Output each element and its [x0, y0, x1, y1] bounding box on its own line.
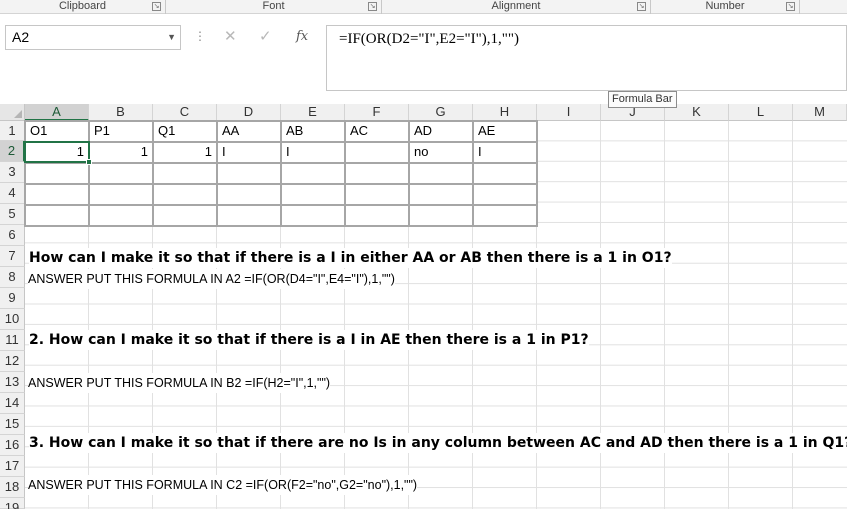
column-header-i[interactable]: I	[537, 104, 601, 121]
cell-d2[interactable]: I	[219, 142, 279, 161]
ribbon-group-label: Clipboard	[58, 0, 107, 12]
cell-g1[interactable]: AD	[411, 122, 471, 140]
enter-icon[interactable]: ✓	[259, 27, 272, 45]
question-1[interactable]: How can I make it so that if there is a …	[29, 248, 672, 268]
column-header-m[interactable]: M	[793, 104, 847, 121]
row-header-5[interactable]: 5	[0, 204, 25, 225]
row-header-6[interactable]: 6	[0, 225, 25, 246]
row-header-1[interactable]: 1	[0, 121, 25, 141]
formula-input[interactable]: =IF(OR(D2="I",E2="I"),1,"")	[326, 25, 847, 91]
dialog-launcher-icon[interactable]: ↘	[637, 2, 646, 11]
row-header-16[interactable]: 16	[0, 435, 25, 456]
row-header-18[interactable]: 18	[0, 477, 25, 498]
question-3[interactable]: 3. How can I make it so that if there ar…	[29, 433, 847, 453]
ribbon-group-font: Font ↘	[166, 0, 381, 14]
ribbon-group-label: Alignment	[491, 0, 541, 12]
row-header-15[interactable]: 15	[0, 414, 25, 435]
insert-function-button[interactable]: fx	[296, 29, 308, 44]
cell-f1[interactable]: AC	[347, 122, 407, 140]
row-header-11[interactable]: 11	[0, 330, 25, 351]
row-header-4[interactable]: 4	[0, 183, 25, 204]
cell-b1[interactable]: P1	[91, 122, 151, 140]
cell-c1[interactable]: Q1	[155, 122, 215, 140]
row-header-19[interactable]: 19	[0, 498, 25, 509]
answer-1[interactable]: ANSWER PUT THIS FORMULA IN A2 =IF(OR(D4=…	[28, 269, 395, 289]
column-header-d[interactable]: D	[217, 104, 281, 121]
column-header-l[interactable]: L	[729, 104, 793, 121]
cell-e1[interactable]: AB	[283, 122, 343, 140]
cell-e2[interactable]: I	[283, 142, 343, 161]
ribbon-group-label: Font	[262, 0, 285, 12]
answer-2[interactable]: ANSWER PUT THIS FORMULA IN B2 =IF(H2="I"…	[28, 373, 331, 393]
column-header-a[interactable]: A	[25, 104, 89, 121]
ribbon-group-clipboard: Clipboard ↘	[0, 0, 165, 14]
name-box-value: A2	[12, 29, 30, 45]
cell-h1[interactable]: AE	[475, 122, 535, 140]
question-2[interactable]: 2. How can I make it so that if there is…	[29, 330, 589, 350]
column-header-h[interactable]: H	[473, 104, 537, 121]
cell-h2[interactable]: I	[475, 142, 535, 161]
formula-bar-tooltip: Formula Bar	[608, 91, 677, 108]
fill-handle[interactable]	[86, 159, 92, 165]
cell-f2[interactable]	[347, 142, 407, 161]
active-cell-selection[interactable]	[24, 141, 92, 165]
ribbon-group-label: Number	[705, 0, 745, 12]
cell-g2[interactable]: no	[411, 142, 471, 161]
column-header-g[interactable]: G	[409, 104, 473, 121]
row-header-14[interactable]: 14	[0, 393, 25, 414]
ribbon-group-number: Number ↘	[651, 0, 799, 14]
answer-3[interactable]: ANSWER PUT THIS FORMULA IN C2 =IF(OR(F2=…	[28, 475, 418, 495]
cell-a1[interactable]: O1	[27, 122, 87, 140]
more-options-icon[interactable]: ⋮	[194, 29, 206, 43]
cancel-icon[interactable]: ✕	[224, 27, 237, 45]
ribbon-group-labels: Clipboard ↘ Font ↘ Alignment ↘ Number ↘	[0, 0, 847, 14]
row-header-2[interactable]: 2	[0, 141, 25, 162]
row-header-7[interactable]: 7	[0, 246, 25, 267]
row-header-13[interactable]: 13	[0, 372, 25, 393]
cell-d1[interactable]: AA	[219, 122, 279, 140]
row-header-8[interactable]: 8	[0, 267, 25, 288]
ribbon-group-alignment: Alignment ↘	[382, 0, 650, 14]
row-header-10[interactable]: 10	[0, 309, 25, 330]
dialog-launcher-icon[interactable]: ↘	[368, 2, 377, 11]
chevron-down-icon[interactable]: ▼	[167, 26, 176, 49]
name-box[interactable]: A2 ▼	[5, 25, 181, 50]
cell-b2[interactable]: 1	[91, 142, 151, 161]
column-header-f[interactable]: F	[345, 104, 409, 121]
dialog-launcher-icon[interactable]: ↘	[152, 2, 161, 11]
dialog-launcher-icon[interactable]: ↘	[786, 2, 795, 11]
row-header-9[interactable]: 9	[0, 288, 25, 309]
row-header-12[interactable]: 12	[0, 351, 25, 372]
select-all-button[interactable]	[0, 104, 25, 121]
cell-c2[interactable]: 1	[155, 142, 215, 161]
column-header-c[interactable]: C	[153, 104, 217, 121]
row-header-3[interactable]: 3	[0, 162, 25, 183]
column-header-e[interactable]: E	[281, 104, 345, 121]
row-header-17[interactable]: 17	[0, 456, 25, 477]
column-header-b[interactable]: B	[89, 104, 153, 121]
